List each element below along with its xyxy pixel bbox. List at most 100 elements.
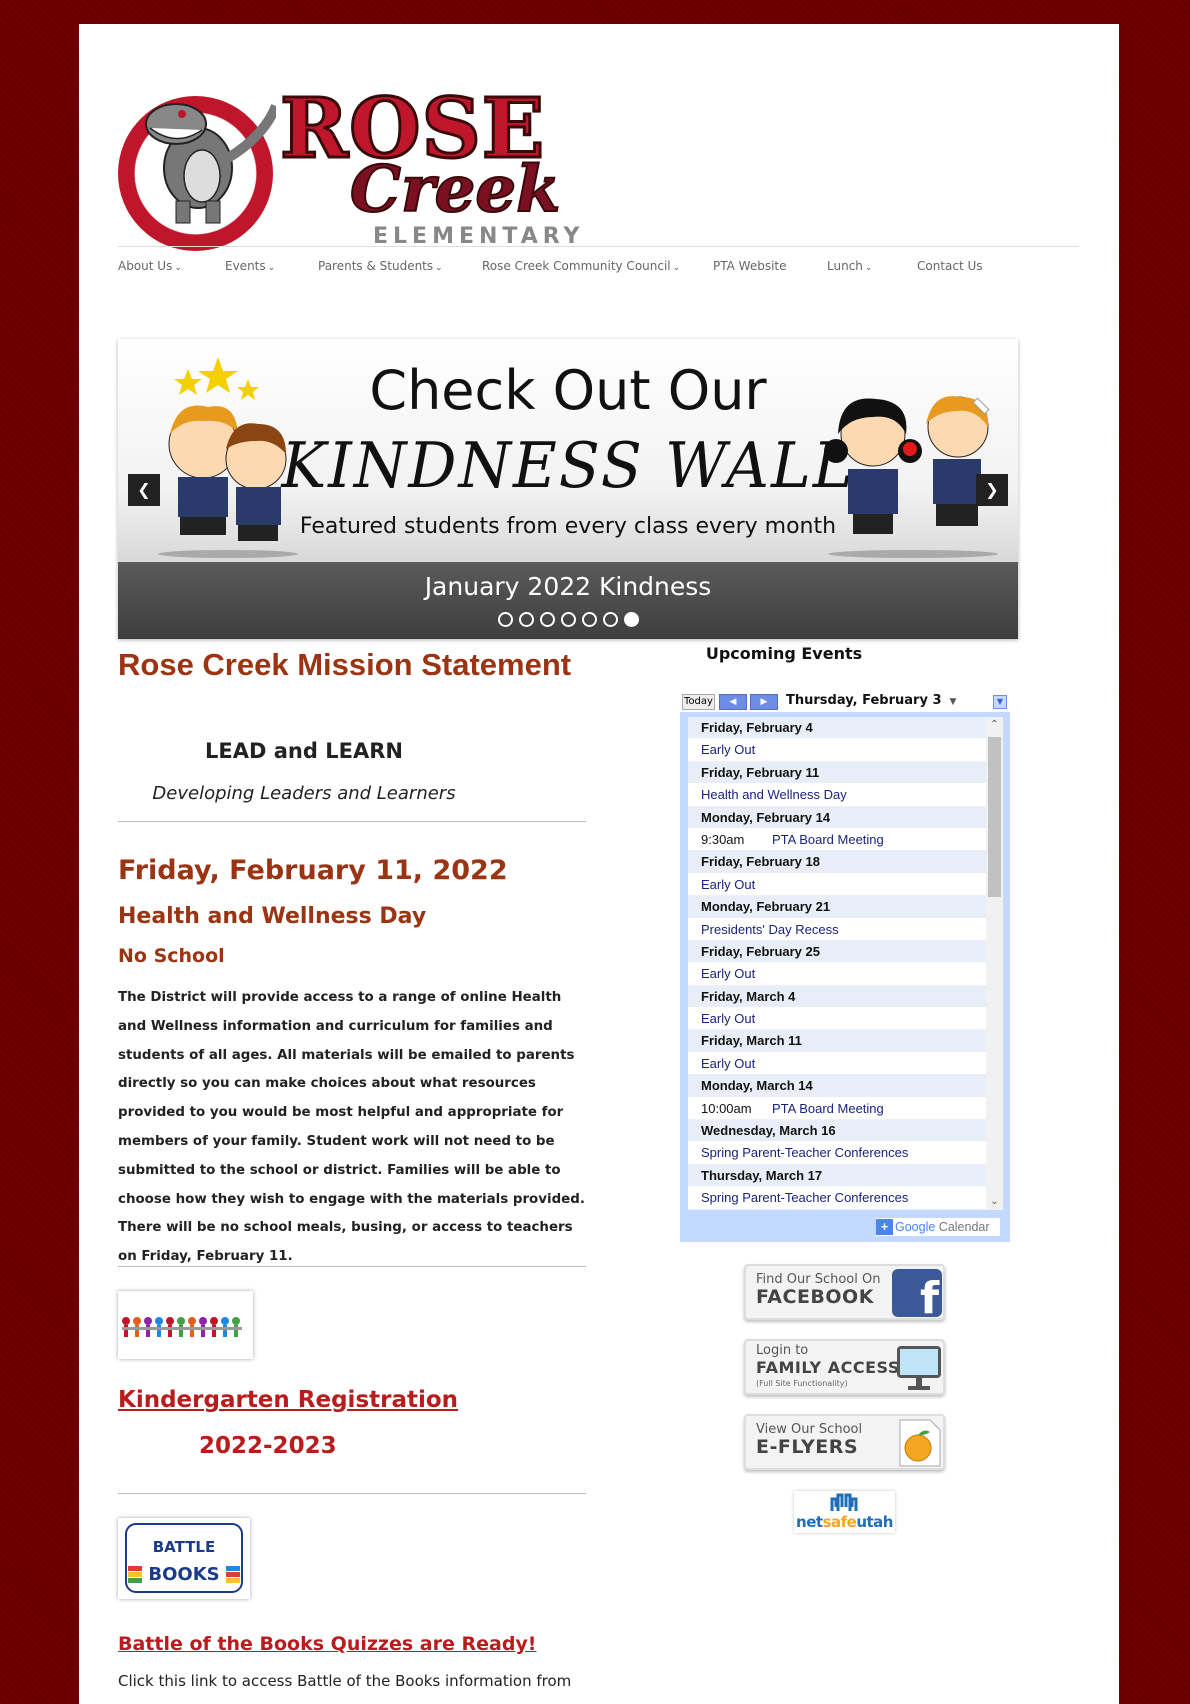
calendar-date-label: Thursday, February 3 [786, 693, 942, 708]
mission-title: Rose Creek Mission Statement [118, 647, 572, 682]
agenda-day-header: Friday, March 11 [688, 1030, 986, 1053]
day-label: Monday, February 14 [701, 809, 831, 825]
netsafe-utah-link[interactable]: netsafeutah [794, 1491, 895, 1533]
netsafe-part-safe: safe [822, 1513, 857, 1531]
e-flyers-badge[interactable]: View Our School E-FLYERS [744, 1414, 945, 1470]
school-logo[interactable]: ROSE Creek ELEMENTARY [118, 66, 579, 251]
agenda-day-header: Monday, March 14 [688, 1075, 986, 1098]
agenda-event[interactable]: Health and Wellness Day [688, 784, 986, 807]
kindergarten-registration-link[interactable]: Kindergarten Registration [118, 1387, 458, 1413]
image-slider[interactable]: Check Out Our KINDNESS WALL Featured stu… [118, 339, 1018, 639]
agenda-day-header: Friday, February 4 [688, 717, 986, 740]
chevron-down-icon: ⌄ [672, 263, 681, 273]
agenda-event[interactable]: Early Out [688, 963, 986, 986]
google-calendar-button[interactable]: + Google Calendar [876, 1218, 1000, 1236]
event-title: PTA Board Meeting [772, 1100, 884, 1116]
badge-line2: FAMILY ACCESS [756, 1358, 900, 1377]
event-title: Presidents' Day Recess [701, 921, 839, 937]
calendar-options-button[interactable]: ▼ [993, 695, 1007, 709]
slider-dot-6[interactable] [602, 612, 618, 627]
slider-dot-5[interactable] [581, 612, 597, 627]
agenda-event[interactable]: 9:30am PTA Board Meeting [688, 828, 986, 852]
page-container: ROSE Creek ELEMENTARY About Us ⌄ Events ⌄ … [79, 24, 1119, 1704]
nav-label: Lunch [827, 259, 863, 273]
caret-down-icon: ▼ [949, 697, 957, 707]
slider-dot-2[interactable] [518, 612, 534, 627]
calendar-toolbar: Today ◀ ▶ Thursday, February 3 ▼ ▼ [680, 692, 1010, 712]
kindergarten-thumbnail[interactable] [118, 1291, 253, 1359]
agenda-event[interactable]: Presidents' Day Recess [688, 918, 986, 941]
divider [118, 821, 586, 822]
badge-line2: FACEBOOK [756, 1286, 874, 1308]
svg-text:BATTLE: BATTLE [153, 1538, 216, 1556]
nav-item-contact-us[interactable]: Contact Us [917, 259, 983, 273]
calendar-current-date[interactable]: Thursday, February 3 ▼ [786, 693, 956, 708]
agenda-day-header: Thursday, March 17 [688, 1164, 986, 1188]
svg-text:f: f [920, 1273, 940, 1317]
nav-item-lunch[interactable]: Lunch ⌄ [827, 259, 872, 273]
slider-dots [118, 612, 1018, 627]
agenda-event[interactable]: Spring Parent-Teacher Conferences [688, 1187, 986, 1210]
upcoming-events-title: Upcoming Events [705, 644, 863, 663]
badge-line3: (Full Site Functionality) [756, 1379, 848, 1388]
calendar-prev-button[interactable]: ◀ [719, 694, 747, 710]
nav-item-community-council[interactable]: Rose Creek Community Council ⌄ [482, 259, 680, 273]
scrollbar-thumb[interactable] [988, 737, 1001, 897]
slider-dot-7[interactable] [623, 612, 639, 627]
day-label: Monday, February 21 [701, 899, 831, 915]
plus-icon: + [876, 1219, 893, 1235]
scroll-down-icon[interactable]: ⌄ [986, 1194, 1003, 1210]
netsafe-wordmark: netsafeutah [794, 1513, 895, 1531]
event-title: Spring Parent-Teacher Conferences [701, 1190, 909, 1206]
calendar-next-button[interactable]: ▶ [750, 694, 778, 710]
battle-of-books-link[interactable]: Battle of the Books Quizzes are Ready! [118, 1633, 536, 1655]
calendar-scrollbar[interactable]: ⌃ ⌄ [986, 717, 1003, 1210]
day-label: Wednesday, March 16 [701, 1123, 836, 1139]
day-label: Friday, February 18 [701, 854, 820, 870]
scroll-up-icon[interactable]: ⌃ [986, 717, 1003, 733]
nav-item-about-us[interactable]: About Us ⌄ [118, 259, 182, 273]
agenda-event[interactable]: Early Out [688, 873, 986, 897]
slider-prev-button[interactable]: ❮ [128, 474, 160, 506]
agenda-day-header: Friday, March 4 [688, 985, 986, 1009]
monitor-icon [897, 1346, 941, 1390]
nav-label: Parents & Students [318, 259, 434, 273]
slider-dot-4[interactable] [560, 612, 576, 627]
mission-tagline: Developing Leaders and Learners [152, 783, 456, 804]
agenda-event[interactable]: 10:00am PTA Board Meeting [688, 1097, 986, 1121]
slider-dot-1[interactable] [497, 612, 513, 627]
slide-caption: January 2022 Kindness [424, 572, 712, 601]
agenda-event[interactable]: Early Out [688, 1052, 986, 1076]
event-title: Early Out [701, 1055, 756, 1071]
facebook-badge[interactable]: Find Our School On FACEBOOK f [744, 1264, 945, 1320]
agenda-day-header: Monday, February 14 [688, 806, 986, 829]
calendar-today-button[interactable]: Today [682, 694, 715, 710]
calendar-agenda-list[interactable]: Friday, February 4 Early Out Friday, Febru… [688, 717, 986, 1210]
family-access-badge[interactable]: Login to FAMILY ACCESS (Full Site Functi… [744, 1339, 945, 1395]
nav-item-parents-students[interactable]: Parents & Students ⌄ [318, 259, 443, 273]
event-title: Early Out [701, 966, 756, 982]
chevron-down-icon: ⌄ [174, 263, 182, 273]
netsafe-part-utah: utah [856, 1513, 893, 1531]
day-label: Thursday, March 17 [701, 1167, 823, 1183]
badge-line1: Login to [756, 1343, 809, 1358]
slider-next-button[interactable]: ❯ [976, 474, 1008, 506]
agenda-event[interactable]: Early Out [688, 1008, 986, 1031]
agenda-day-header: Monday, February 21 [688, 896, 986, 919]
svg-text:BOOKS: BOOKS [148, 1564, 219, 1585]
agenda-day-header: Wednesday, March 16 [688, 1120, 986, 1143]
day-label: Friday, February 11 [701, 764, 820, 780]
kindergarten-year: 2022-2023 [199, 1433, 337, 1459]
day-label: Friday, March 4 [701, 988, 796, 1004]
nav-item-events[interactable]: Events ⌄ [225, 259, 275, 273]
slider-dot-3[interactable] [539, 612, 555, 627]
nav-item-pta-website[interactable]: PTA Website [713, 259, 787, 273]
agenda-event[interactable]: Early Out [688, 739, 986, 762]
battle-of-books-thumbnail[interactable]: BATTLE BOOKS [118, 1518, 250, 1599]
event-title: Early Out [701, 876, 756, 892]
kids-illustration-right [824, 396, 998, 558]
agenda-event[interactable]: Spring Parent-Teacher Conferences [688, 1142, 986, 1165]
logo-word-creek: Creek [349, 152, 561, 227]
nav-label: Rose Creek Community Council [482, 259, 671, 273]
nav-label: Contact Us [917, 259, 983, 273]
